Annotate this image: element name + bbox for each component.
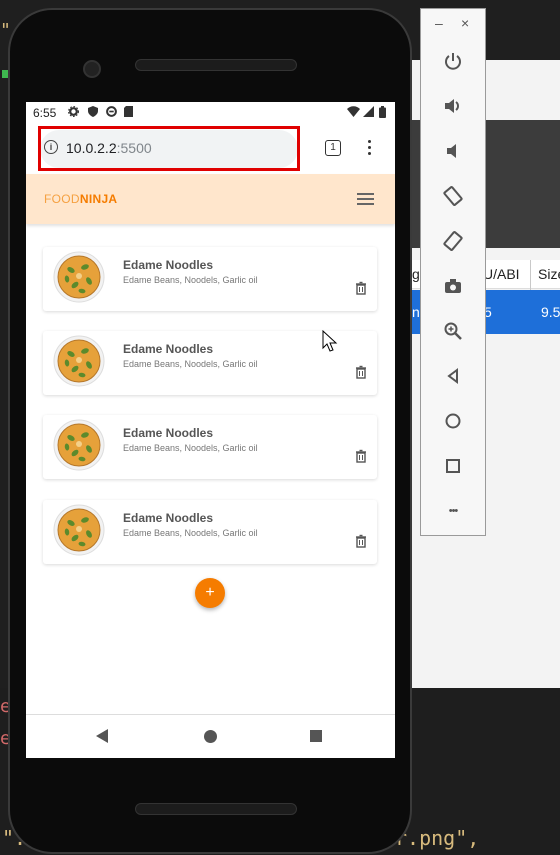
home-icon[interactable] bbox=[441, 409, 465, 433]
nav-home-icon[interactable] bbox=[204, 730, 217, 743]
camera-icon[interactable] bbox=[441, 274, 465, 298]
table-cell: 9.5 bbox=[541, 304, 560, 320]
recipe-card[interactable]: Edame Noodles Edame Beans, Noodels, Garli… bbox=[43, 500, 377, 564]
table-header: U/ABI bbox=[483, 266, 520, 282]
app-navbar: FOODNINJA bbox=[26, 174, 395, 224]
brand-logo[interactable]: FOODNINJA bbox=[44, 192, 117, 206]
recipe-card[interactable]: Edame Noodles Edame Beans, Noodels, Garli… bbox=[43, 247, 377, 311]
signal-icon bbox=[363, 106, 374, 120]
status-time: 6:55 bbox=[33, 106, 57, 120]
close-button[interactable]: × bbox=[461, 15, 469, 31]
volume-down-icon[interactable] bbox=[441, 139, 465, 163]
front-camera bbox=[83, 60, 101, 78]
recipe-ingredients: Edame Beans, Noodels, Garlic oil bbox=[123, 528, 258, 538]
brand-food: FOOD bbox=[44, 192, 80, 206]
recipe-title: Edame Noodles bbox=[123, 258, 214, 272]
dish-image bbox=[53, 251, 105, 303]
table-header: Size bbox=[538, 266, 560, 282]
more-options-icon[interactable]: ••• bbox=[441, 499, 465, 523]
delete-icon[interactable] bbox=[354, 281, 368, 295]
emulator-toolbar: – × ••• bbox=[420, 8, 486, 536]
dish-image bbox=[53, 335, 105, 387]
dish-image bbox=[53, 419, 105, 471]
top-speaker bbox=[135, 59, 297, 71]
zoom-icon[interactable] bbox=[441, 319, 465, 343]
shield-icon bbox=[88, 106, 98, 120]
rotate-right-icon[interactable] bbox=[441, 229, 465, 253]
data-saver-icon bbox=[106, 106, 117, 120]
overview-icon[interactable] bbox=[441, 454, 465, 478]
brand-ninja: NINJA bbox=[79, 192, 118, 206]
delete-icon[interactable] bbox=[354, 534, 368, 548]
mouse-cursor-icon bbox=[322, 330, 338, 352]
rotate-left-icon[interactable] bbox=[441, 184, 465, 208]
system-navigation-bar bbox=[26, 714, 395, 758]
recipe-title: Edame Noodles bbox=[123, 426, 214, 440]
power-icon[interactable] bbox=[441, 49, 465, 73]
tab-switcher-button[interactable]: 1 bbox=[325, 140, 341, 156]
status-bar: 6:55 bbox=[26, 102, 395, 124]
delete-icon[interactable] bbox=[354, 365, 368, 379]
battery-icon bbox=[379, 106, 386, 121]
recipe-title: Edame Noodles bbox=[123, 511, 214, 525]
dish-image bbox=[53, 504, 105, 556]
back-icon[interactable] bbox=[441, 364, 465, 388]
settings-icon bbox=[68, 106, 79, 120]
recipe-card[interactable]: Edame Noodles Edame Beans, Noodels, Garli… bbox=[43, 415, 377, 479]
url-highlight-box bbox=[38, 126, 300, 171]
sd-card-icon bbox=[124, 106, 133, 120]
table-header: g bbox=[412, 266, 420, 282]
minimize-button[interactable]: – bbox=[435, 15, 443, 31]
phone-screen: 6:55 i 10.0.2.2:5500 1 FOODNINJA Edame N… bbox=[26, 102, 395, 758]
delete-icon[interactable] bbox=[354, 449, 368, 463]
menu-icon[interactable] bbox=[357, 193, 374, 208]
code-fragment: r.png", bbox=[395, 826, 480, 850]
recipe-title: Edame Noodles bbox=[123, 342, 214, 356]
volume-up-icon[interactable] bbox=[441, 94, 465, 118]
bottom-speaker bbox=[135, 803, 297, 815]
recipe-ingredients: Edame Beans, Noodels, Garlic oil bbox=[123, 275, 258, 285]
recipe-ingredients: Edame Beans, Noodels, Garlic oil bbox=[123, 443, 258, 453]
wifi-icon bbox=[347, 106, 360, 120]
add-recipe-button[interactable]: + bbox=[195, 578, 225, 608]
recipe-ingredients: Edame Beans, Noodels, Garlic oil bbox=[123, 359, 258, 369]
browser-menu-icon[interactable] bbox=[368, 140, 372, 158]
nav-back-icon[interactable] bbox=[96, 729, 108, 743]
nav-recents-icon[interactable] bbox=[310, 730, 322, 742]
